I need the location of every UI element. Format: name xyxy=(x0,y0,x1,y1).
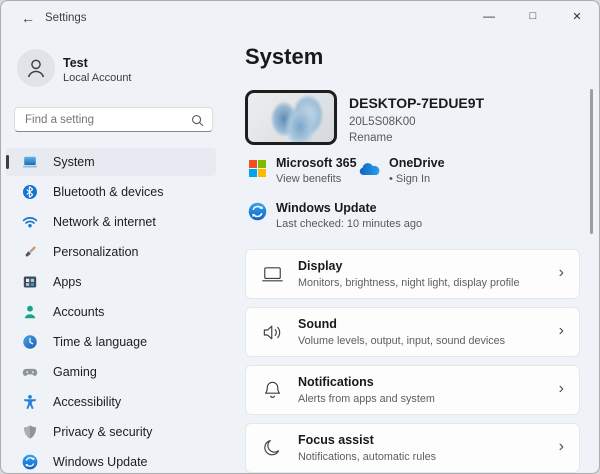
window-title: Settings xyxy=(45,12,87,24)
sidebar-item-accounts[interactable]: Accounts xyxy=(6,298,216,326)
windows-update-status: Last checked: 10 minutes ago xyxy=(276,218,422,230)
back-button[interactable]: ← xyxy=(13,5,43,31)
windows-update-status-icon xyxy=(248,202,267,226)
sidebar-item-windows-update[interactable]: Windows Update xyxy=(6,448,216,474)
card-title: Notifications xyxy=(298,375,374,389)
sidebar-item-label: Bluetooth & devices xyxy=(53,185,164,199)
maximize-icon: □ xyxy=(530,10,537,22)
scrollbar[interactable] xyxy=(590,89,593,234)
user-name: Test xyxy=(63,56,88,70)
windows-update-icon xyxy=(22,454,38,470)
search-icon xyxy=(191,114,204,132)
sidebar-item-privacy-security[interactable]: Privacy & security xyxy=(6,418,216,446)
close-icon: ✕ xyxy=(572,10,581,23)
apps-grid-icon xyxy=(22,274,38,290)
card-focus-assist[interactable]: Focus assist Notifications, automatic ru… xyxy=(245,423,580,473)
search-box xyxy=(14,107,213,132)
onedrive-sign-in-link[interactable]: • Sign In xyxy=(389,173,430,185)
sidebar-item-label: Time & language xyxy=(53,335,147,349)
sidebar-item-accessibility[interactable]: Accessibility xyxy=(6,388,216,416)
clock-globe-icon xyxy=(22,334,38,350)
sidebar-item-system[interactable]: System xyxy=(6,148,216,176)
card-sound[interactable]: Sound Volume levels, output, input, soun… xyxy=(245,307,580,357)
chevron-right-icon: › xyxy=(559,380,564,398)
accounts-person-icon xyxy=(22,304,38,320)
sidebar-item-label: System xyxy=(53,155,95,169)
sidebar-item-label: Network & internet xyxy=(53,215,156,229)
card-subtitle: Notifications, automatic rules xyxy=(298,451,436,463)
sidebar-nav: System Bluetooth & devices Network & int… xyxy=(6,148,216,474)
card-subtitle: Volume levels, output, input, sound devi… xyxy=(298,335,505,347)
sidebar-item-label: Accounts xyxy=(53,305,104,319)
gamepad-icon xyxy=(22,364,38,380)
search-input[interactable] xyxy=(15,108,212,131)
brush-icon xyxy=(22,244,38,260)
sidebar-item-network-internet[interactable]: Network & internet xyxy=(6,208,216,236)
wifi-icon xyxy=(22,214,38,230)
maximize-button[interactable]: □ xyxy=(511,1,555,31)
sidebar-item-personalization[interactable]: Personalization xyxy=(6,238,216,266)
display-icon xyxy=(261,263,284,291)
device-model: 20L5S08K00 xyxy=(349,116,416,128)
card-subtitle: Alerts from apps and system xyxy=(298,393,435,405)
microsoft365-title: Microsoft 365 xyxy=(276,156,357,170)
sidebar-item-label: Accessibility xyxy=(53,395,121,409)
sidebar-item-bluetooth-devices[interactable]: Bluetooth & devices xyxy=(6,178,216,206)
card-title: Sound xyxy=(298,317,337,331)
back-arrow-icon: ← xyxy=(21,10,35,26)
system-icon xyxy=(22,154,38,170)
settings-window: ← Settings — □ ✕ Test Local Account xyxy=(0,0,600,474)
notifications-bell-icon xyxy=(261,379,284,407)
bluetooth-icon xyxy=(22,184,38,200)
sidebar-item-label: Apps xyxy=(53,275,82,289)
chevron-right-icon: › xyxy=(559,264,564,282)
device-thumbnail xyxy=(245,90,337,145)
sound-icon xyxy=(261,321,284,349)
card-subtitle: Monitors, brightness, night light, displ… xyxy=(298,277,519,289)
rename-button[interactable]: Rename xyxy=(349,132,392,144)
card-title: Display xyxy=(298,259,342,273)
accessibility-person-icon xyxy=(22,394,38,410)
page-title: System xyxy=(245,44,323,70)
minimize-icon: — xyxy=(483,9,495,23)
device-name: DESKTOP-7EDUE9T xyxy=(349,95,484,111)
onedrive-cloud-icon xyxy=(357,162,382,183)
card-display[interactable]: Display Monitors, brightness, night ligh… xyxy=(245,249,580,299)
sidebar-item-label: Windows Update xyxy=(53,455,148,469)
sidebar-item-label: Privacy & security xyxy=(53,425,152,439)
chevron-right-icon: › xyxy=(559,322,564,340)
microsoft-logo-icon xyxy=(249,160,266,177)
card-title: Focus assist xyxy=(298,433,374,447)
windows-update-title[interactable]: Windows Update xyxy=(276,201,377,215)
view-benefits-link[interactable]: View benefits xyxy=(276,173,341,185)
sidebar-item-label: Personalization xyxy=(53,245,138,259)
card-notifications[interactable]: Notifications Alerts from apps and syste… xyxy=(245,365,580,415)
person-icon xyxy=(24,56,48,80)
sidebar-item-apps[interactable]: Apps xyxy=(6,268,216,296)
shield-icon xyxy=(22,424,38,440)
sidebar-item-time-language[interactable]: Time & language xyxy=(6,328,216,356)
sidebar-item-label: Gaming xyxy=(53,365,97,379)
sidebar-item-gaming[interactable]: Gaming xyxy=(6,358,216,386)
avatar[interactable] xyxy=(17,49,55,87)
minimize-button[interactable]: — xyxy=(467,1,511,31)
title-bar: ← Settings — □ ✕ xyxy=(1,1,599,35)
chevron-right-icon: › xyxy=(559,438,564,456)
user-account-type: Local Account xyxy=(63,72,132,84)
onedrive-title: OneDrive xyxy=(389,156,445,170)
focus-assist-moon-icon xyxy=(261,437,284,465)
close-button[interactable]: ✕ xyxy=(555,1,599,31)
